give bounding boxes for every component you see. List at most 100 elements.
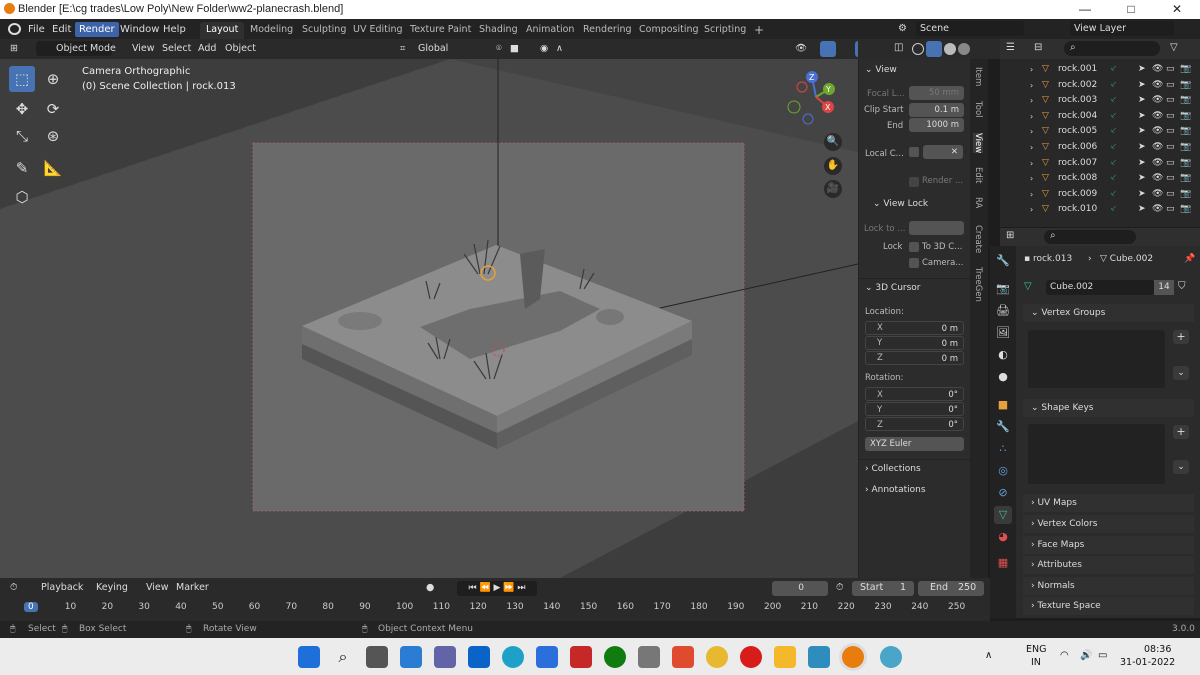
workspace-tab-uv-editing[interactable]: UV Editing bbox=[347, 22, 409, 39]
location-z-field[interactable]: 0 m bbox=[865, 351, 964, 365]
workspace-tab-scripting[interactable]: Scripting bbox=[698, 22, 752, 39]
visibility-eye-icon[interactable]: 👁 bbox=[1152, 93, 1163, 108]
playback-menu[interactable]: Playback bbox=[41, 581, 83, 595]
app-icon[interactable] bbox=[672, 646, 694, 668]
output-properties-icon[interactable]: 🖨 bbox=[994, 302, 1012, 320]
annotations-panel-header[interactable]: › Annotations bbox=[865, 485, 926, 495]
viewport-toggle-icon[interactable]: ▭ bbox=[1166, 93, 1175, 108]
snap-target-icon[interactable]: ■ bbox=[510, 42, 519, 56]
texture-space-panel[interactable]: › Texture Space bbox=[1023, 597, 1194, 615]
rendered-shading-icon[interactable] bbox=[958, 43, 970, 55]
object-properties-icon[interactable]: ■ bbox=[994, 396, 1012, 414]
add-cube-tool-icon[interactable]: ⬡ bbox=[9, 184, 35, 210]
workspace-tab-rendering[interactable]: Rendering bbox=[577, 22, 638, 39]
viewport-toggle-icon[interactable]: ▭ bbox=[1166, 62, 1175, 77]
wifi-icon[interactable]: ◠ bbox=[1060, 650, 1069, 661]
render-toggle-icon[interactable]: 📷 bbox=[1180, 140, 1191, 155]
expand-arrow-icon[interactable]: › bbox=[1030, 78, 1033, 93]
clip-start-field[interactable]: 0.1 m bbox=[909, 103, 964, 117]
render-toggle-icon[interactable]: 📷 bbox=[1180, 109, 1191, 124]
workspace-tab-sculpting[interactable]: Sculpting bbox=[296, 22, 352, 39]
marker-menu[interactable]: Marker bbox=[176, 581, 209, 595]
material-shading-icon[interactable] bbox=[944, 43, 956, 55]
timeline-editor-icon[interactable]: ⏱ bbox=[10, 581, 17, 595]
location-y-field[interactable]: 0 m bbox=[865, 336, 964, 350]
viewport-toggle-icon[interactable]: ▭ bbox=[1166, 109, 1175, 124]
viewport-add-menu[interactable]: Add bbox=[198, 42, 216, 56]
tab-item[interactable]: Item bbox=[973, 67, 983, 86]
render-toggle-icon[interactable]: 📷 bbox=[1180, 124, 1191, 139]
region-indicator[interactable]: IN bbox=[1031, 657, 1041, 668]
current-frame-field[interactable]: 0 bbox=[772, 581, 828, 596]
view-panel-header[interactable]: ⌄ View bbox=[865, 65, 897, 75]
render-region-checkbox[interactable] bbox=[909, 177, 919, 187]
render-properties-icon[interactable]: 📷 bbox=[994, 280, 1012, 298]
object-breadcrumb[interactable]: ▪ rock.013 bbox=[1024, 254, 1072, 264]
language-indicator[interactable]: ENG bbox=[1026, 644, 1046, 655]
shape-keys-list[interactable] bbox=[1028, 424, 1165, 484]
object-mode-dropdown[interactable]: Object Mode bbox=[56, 42, 116, 56]
expand-arrow-icon[interactable]: › bbox=[1030, 187, 1033, 202]
search-icon[interactable]: ⌕ bbox=[332, 646, 354, 668]
rotation-x-field[interactable]: 0° bbox=[865, 387, 964, 401]
clip-end-field[interactable]: 1000 m bbox=[909, 118, 964, 132]
fake-user-icon[interactable]: ⛉ bbox=[1178, 281, 1186, 292]
modifier-properties-icon[interactable]: 🔧 bbox=[994, 418, 1012, 436]
render-toggle-icon[interactable]: 📷 bbox=[1180, 156, 1191, 171]
xbox-icon[interactable] bbox=[604, 646, 626, 668]
filter-icon[interactable]: ▽ bbox=[1170, 42, 1178, 53]
visibility-eye-icon[interactable]: 👁 bbox=[1152, 62, 1163, 77]
view-lock-header[interactable]: ⌄ View Lock bbox=[873, 199, 928, 209]
outliner-editor-icon[interactable]: ☰ bbox=[1006, 42, 1015, 53]
move-tool-icon[interactable]: ✥ bbox=[9, 96, 35, 122]
outliner-row[interactable]: › ▽ rock.006 ⸔ ➤ 👁 ▭ 📷 bbox=[1000, 140, 1200, 155]
viewport-toggle-icon[interactable]: ▭ bbox=[1166, 187, 1175, 202]
pin-icon[interactable]: 📌 bbox=[1184, 254, 1195, 264]
viewport-toggle-icon[interactable]: ▭ bbox=[1166, 156, 1175, 171]
volume-icon[interactable]: 🔊 bbox=[1080, 650, 1092, 661]
3d-viewport[interactable]: Camera Orthographic (0) Scene Collection… bbox=[0, 59, 976, 578]
expand-arrow-icon[interactable]: › bbox=[1030, 140, 1033, 155]
blender-menu-icon[interactable] bbox=[8, 23, 21, 35]
outliner-search-input[interactable] bbox=[1064, 41, 1160, 56]
vertex-colors-panel[interactable]: › Vertex Colors bbox=[1023, 515, 1194, 533]
shape-keys-panel[interactable]: ⌄ Shape Keys bbox=[1023, 399, 1194, 417]
outliner-row[interactable]: › ▽ rock.010 ⸔ ➤ 👁 ▭ 📷 bbox=[1000, 202, 1200, 217]
menu-edit[interactable]: Edit bbox=[48, 22, 75, 37]
select-box-tool-icon[interactable]: ⬚ bbox=[9, 66, 35, 92]
teams-chat-icon[interactable] bbox=[434, 646, 456, 668]
viewport-toggle-icon[interactable]: ▭ bbox=[1166, 124, 1175, 139]
face-maps-panel[interactable]: › Face Maps bbox=[1023, 536, 1194, 554]
collections-panel-header[interactable]: › Collections bbox=[865, 464, 921, 474]
render-toggle-icon[interactable]: 📷 bbox=[1180, 171, 1191, 186]
vertex-groups-list[interactable] bbox=[1028, 330, 1165, 388]
minimize-button[interactable]: — bbox=[1062, 0, 1108, 19]
vertex-groups-panel[interactable]: ⌄ Vertex Groups bbox=[1023, 304, 1194, 322]
mail-icon[interactable] bbox=[468, 646, 490, 668]
expand-arrow-icon[interactable]: › bbox=[1030, 171, 1033, 186]
expand-arrow-icon[interactable]: › bbox=[1030, 109, 1033, 124]
viewport-select-menu[interactable]: Select bbox=[162, 42, 191, 56]
local-camera-checkbox[interactable] bbox=[909, 147, 919, 157]
viewport-toggle-icon[interactable]: ▭ bbox=[1166, 78, 1175, 93]
lock-to-cursor-checkbox[interactable] bbox=[909, 242, 919, 252]
tab-edit[interactable]: Edit bbox=[973, 167, 983, 183]
view-layer-properties-icon[interactable]: 🖼 bbox=[994, 324, 1012, 342]
render-toggle-icon[interactable]: 📷 bbox=[1180, 187, 1191, 202]
visibility-eye-icon[interactable]: 👁 bbox=[1152, 109, 1163, 124]
mcafee-icon[interactable] bbox=[570, 646, 592, 668]
end-frame-field[interactable]: 250 bbox=[958, 581, 976, 595]
orientation-icon[interactable]: ⌗ bbox=[400, 42, 405, 56]
material-properties-icon[interactable]: ◕ bbox=[994, 528, 1012, 546]
expand-arrow-icon[interactable]: › bbox=[1030, 202, 1033, 217]
viewport-object-menu[interactable]: Object bbox=[225, 42, 256, 56]
render-toggle-icon[interactable]: 📷 bbox=[1180, 93, 1191, 108]
properties-editor-icon[interactable]: ⊞ bbox=[1006, 230, 1014, 241]
render-toggle-icon[interactable]: 📷 bbox=[1180, 78, 1191, 93]
selectable-icon[interactable]: ➤ bbox=[1138, 187, 1146, 202]
particles-properties-icon[interactable]: ∴ bbox=[994, 440, 1012, 458]
visibility-eye-icon[interactable]: 👁 bbox=[1152, 187, 1163, 202]
orientation-dropdown[interactable]: Global bbox=[418, 42, 448, 56]
selectable-icon[interactable]: ➤ bbox=[1138, 93, 1146, 108]
gizmo-toggle-button[interactable] bbox=[820, 41, 836, 57]
